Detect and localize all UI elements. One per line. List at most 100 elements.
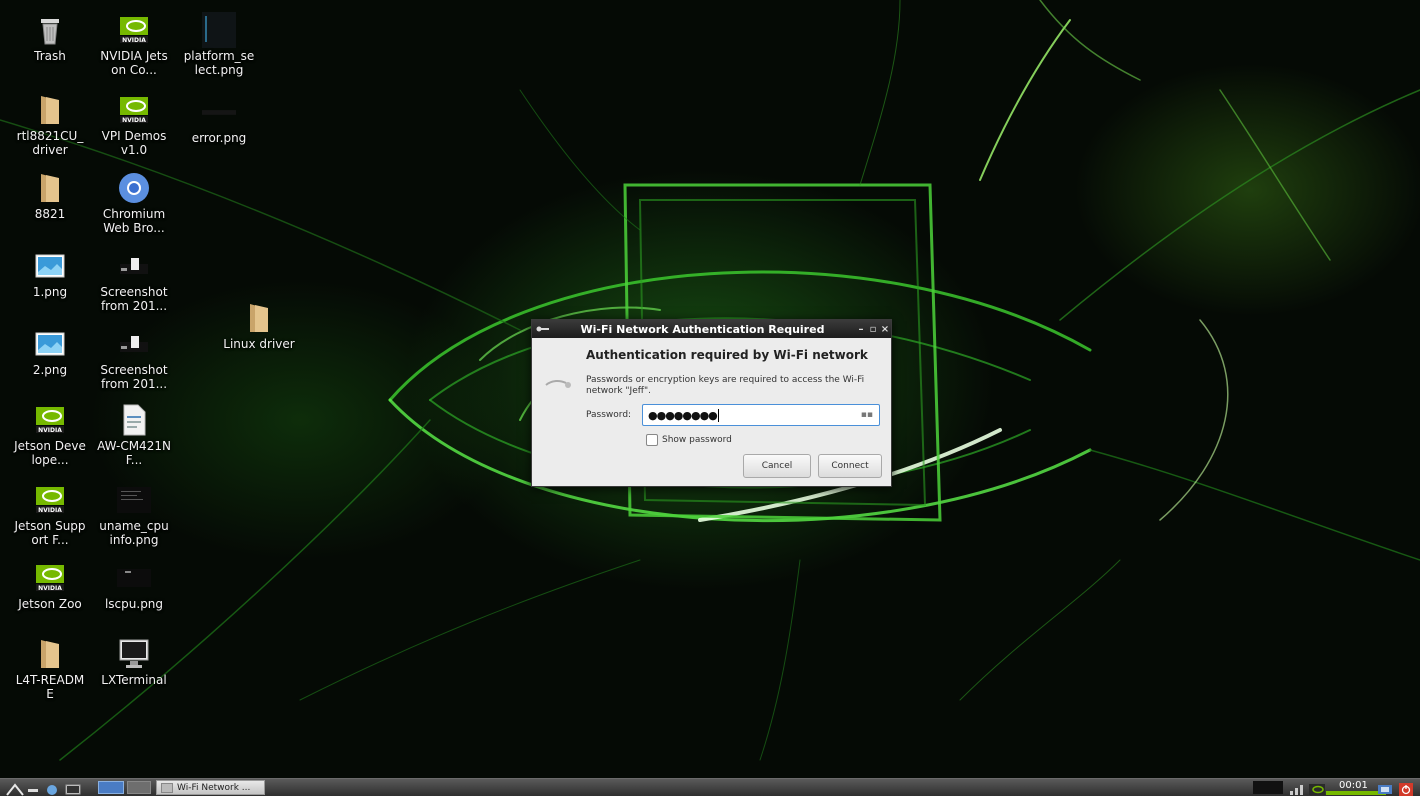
desktop-icon-label: Linux driver: [223, 337, 295, 351]
desktop-icon-label: VPI Demos v1.0: [101, 129, 167, 157]
svg-text:NVIDIA: NVIDIA: [38, 585, 62, 592]
folder-icon: [33, 638, 67, 670]
image-thumbnail-icon: [202, 96, 236, 128]
desktop-icon-label: LXTerminal: [101, 673, 167, 687]
image-thumbnail-icon: [117, 484, 151, 516]
dialog-titlebar[interactable]: Wi-Fi Network Authentication Required – …: [532, 320, 891, 338]
image-thumbnail-icon: [117, 562, 151, 594]
wifi-lock-icon: [544, 376, 574, 395]
desktop-icon-trash[interactable]: Trash: [13, 14, 87, 63]
nvidia-icon: NVIDIA: [117, 14, 151, 46]
password-label: Password:: [586, 410, 632, 420]
desktop-icon-label: Jetson Zoo: [18, 597, 82, 611]
network-icon[interactable]: [1288, 781, 1306, 795]
desktop-icon-label: lscpu.png: [104, 597, 164, 611]
minimize-button[interactable]: –: [855, 324, 867, 335]
desktop-icon-platform-select[interactable]: platform_se lect.png: [182, 12, 256, 77]
document-icon: [117, 404, 151, 436]
folder-icon: [33, 94, 67, 126]
menu-icon[interactable]: [6, 781, 24, 796]
desktop-icon-label: Trash: [34, 49, 66, 63]
desktop-icon-rtl8821cu-driver[interactable]: rtl8821CU_ driver: [13, 94, 87, 157]
desktop-icon-error-png[interactable]: error.png: [182, 96, 256, 145]
desktop-icon-l4t-readme[interactable]: L4T-README: [13, 638, 87, 701]
desktop-icon-label: Chromium Web Bro...: [102, 207, 166, 235]
workspace-inactive[interactable]: [127, 781, 151, 794]
desktop: Trash rtl8821CU_ driver 8821 1.png 2.png…: [0, 0, 1420, 778]
task-label: Wi-Fi Network ...: [177, 782, 251, 793]
cancel-button[interactable]: Cancel: [743, 454, 811, 478]
wifi-auth-dialog: Wi-Fi Network Authentication Required – …: [531, 319, 892, 487]
nvidia-tray-icon[interactable]: [1308, 781, 1326, 795]
password-value: ●●●●●●●●: [648, 408, 718, 422]
trash-icon: [33, 14, 67, 46]
cpu-monitor: [1253, 781, 1283, 794]
terminal-launcher-icon[interactable]: [64, 781, 82, 795]
folder-icon: [33, 172, 67, 204]
keyboard-layout-icon[interactable]: [1377, 781, 1393, 794]
power-icon[interactable]: [1398, 781, 1414, 796]
desktop-icon-jetson-zoo[interactable]: NVIDIA Jetson Zoo: [13, 562, 87, 611]
desktop-icon-label: 2.png: [32, 363, 68, 377]
desktop-icon-label: rtl8821CU_ driver: [16, 129, 84, 157]
show-password-checkbox[interactable]: Show password: [646, 434, 732, 446]
nvidia-icon: NVIDIA: [33, 484, 67, 516]
checkbox-box[interactable]: [646, 434, 658, 446]
desktop-icon-label: 1.png: [32, 285, 68, 299]
dialog-heading: Authentication required by Wi-Fi network: [586, 348, 868, 362]
desktop-icon-1-png[interactable]: 1.png: [13, 250, 87, 299]
nvidia-icon: NVIDIA: [33, 404, 67, 436]
svg-text:NVIDIA: NVIDIA: [38, 507, 62, 514]
taskbar-task-wifi-dialog[interactable]: Wi-Fi Network ...: [156, 780, 265, 795]
clock[interactable]: 00:01: [1339, 780, 1368, 791]
maximize-button[interactable]: ▫: [867, 324, 879, 335]
desktop-icon-label: Screenshot from 201...: [100, 285, 168, 313]
screenshot-icon: [117, 250, 151, 282]
desktop-icon-label: Jetson Support F...: [14, 519, 86, 547]
desktop-icon-label: uname_cpu info.png: [99, 519, 169, 547]
desktop-icon-uname-cpuinfo[interactable]: uname_cpu info.png: [97, 484, 171, 547]
desktop-icon-label: Screenshot from 201...: [100, 363, 168, 391]
image-icon: [33, 250, 67, 282]
desktop-icon-8821[interactable]: 8821: [13, 172, 87, 221]
desktop-icon-label: AW-CM421NF...: [97, 439, 171, 467]
desktop-icon-label: Jetson Develope...: [14, 439, 86, 467]
terminal-icon: [117, 638, 151, 670]
desktop-icon-aw-cm421nf[interactable]: AW-CM421NF...: [97, 404, 171, 467]
desktop-icon-label: L4T-README: [15, 673, 85, 701]
desktop-icon-lscpu[interactable]: lscpu.png: [97, 562, 171, 611]
desktop-icon-label: platform_se lect.png: [183, 49, 255, 77]
text-caret: [717, 408, 719, 422]
screenshot-icon: [117, 328, 151, 360]
dialog-title: Wi-Fi Network Authentication Required: [580, 322, 825, 336]
desktop-icon-label: NVIDIA Jetson Co...: [100, 49, 168, 77]
svg-text:NVIDIA: NVIDIA: [38, 427, 62, 434]
keyring-icon[interactable]: ▪▪: [861, 410, 873, 420]
desktop-icon-2-png[interactable]: 2.png: [13, 328, 87, 377]
close-button[interactable]: ×: [879, 324, 891, 335]
desktop-icon-jetson-support[interactable]: NVIDIA Jetson Support F...: [13, 484, 87, 547]
desktop-icon-screenshot-2[interactable]: Screenshot from 201...: [97, 328, 171, 391]
desktop-icon-lxterminal[interactable]: LXTerminal: [97, 638, 171, 687]
image-icon: [33, 328, 67, 360]
desktop-icon-linux-driver[interactable]: Linux driver: [222, 302, 296, 351]
folder-icon: [242, 302, 276, 334]
window-icon: [161, 782, 173, 793]
desktop-icon-nvidia-jetson-community[interactable]: NVIDIA NVIDIA Jetson Co...: [97, 14, 171, 77]
workspace-switcher[interactable]: [98, 781, 124, 794]
connect-button[interactable]: Connect: [818, 454, 882, 478]
desktop-icon-vpi-demos[interactable]: NVIDIA VPI Demos v1.0: [97, 94, 171, 157]
minimize-all-icon[interactable]: [27, 781, 39, 794]
password-input[interactable]: ●●●●●●●● ▪▪: [642, 404, 880, 426]
desktop-icon-label: error.png: [191, 131, 247, 145]
nvidia-icon: NVIDIA: [33, 562, 67, 594]
chromium-icon: [117, 172, 151, 204]
dialog-body: Authentication required by Wi-Fi network…: [532, 338, 891, 486]
desktop-icon-chromium[interactable]: Chromium Web Bro...: [97, 172, 171, 235]
desktop-icon-jetson-developer[interactable]: NVIDIA Jetson Develope...: [13, 404, 87, 467]
show-password-label: Show password: [662, 435, 732, 445]
file-manager-icon[interactable]: [44, 781, 60, 795]
desktop-icon-screenshot-1[interactable]: Screenshot from 201...: [97, 250, 171, 313]
dialog-description: Passwords or encryption keys are require…: [586, 375, 865, 396]
key-icon: [536, 323, 550, 336]
